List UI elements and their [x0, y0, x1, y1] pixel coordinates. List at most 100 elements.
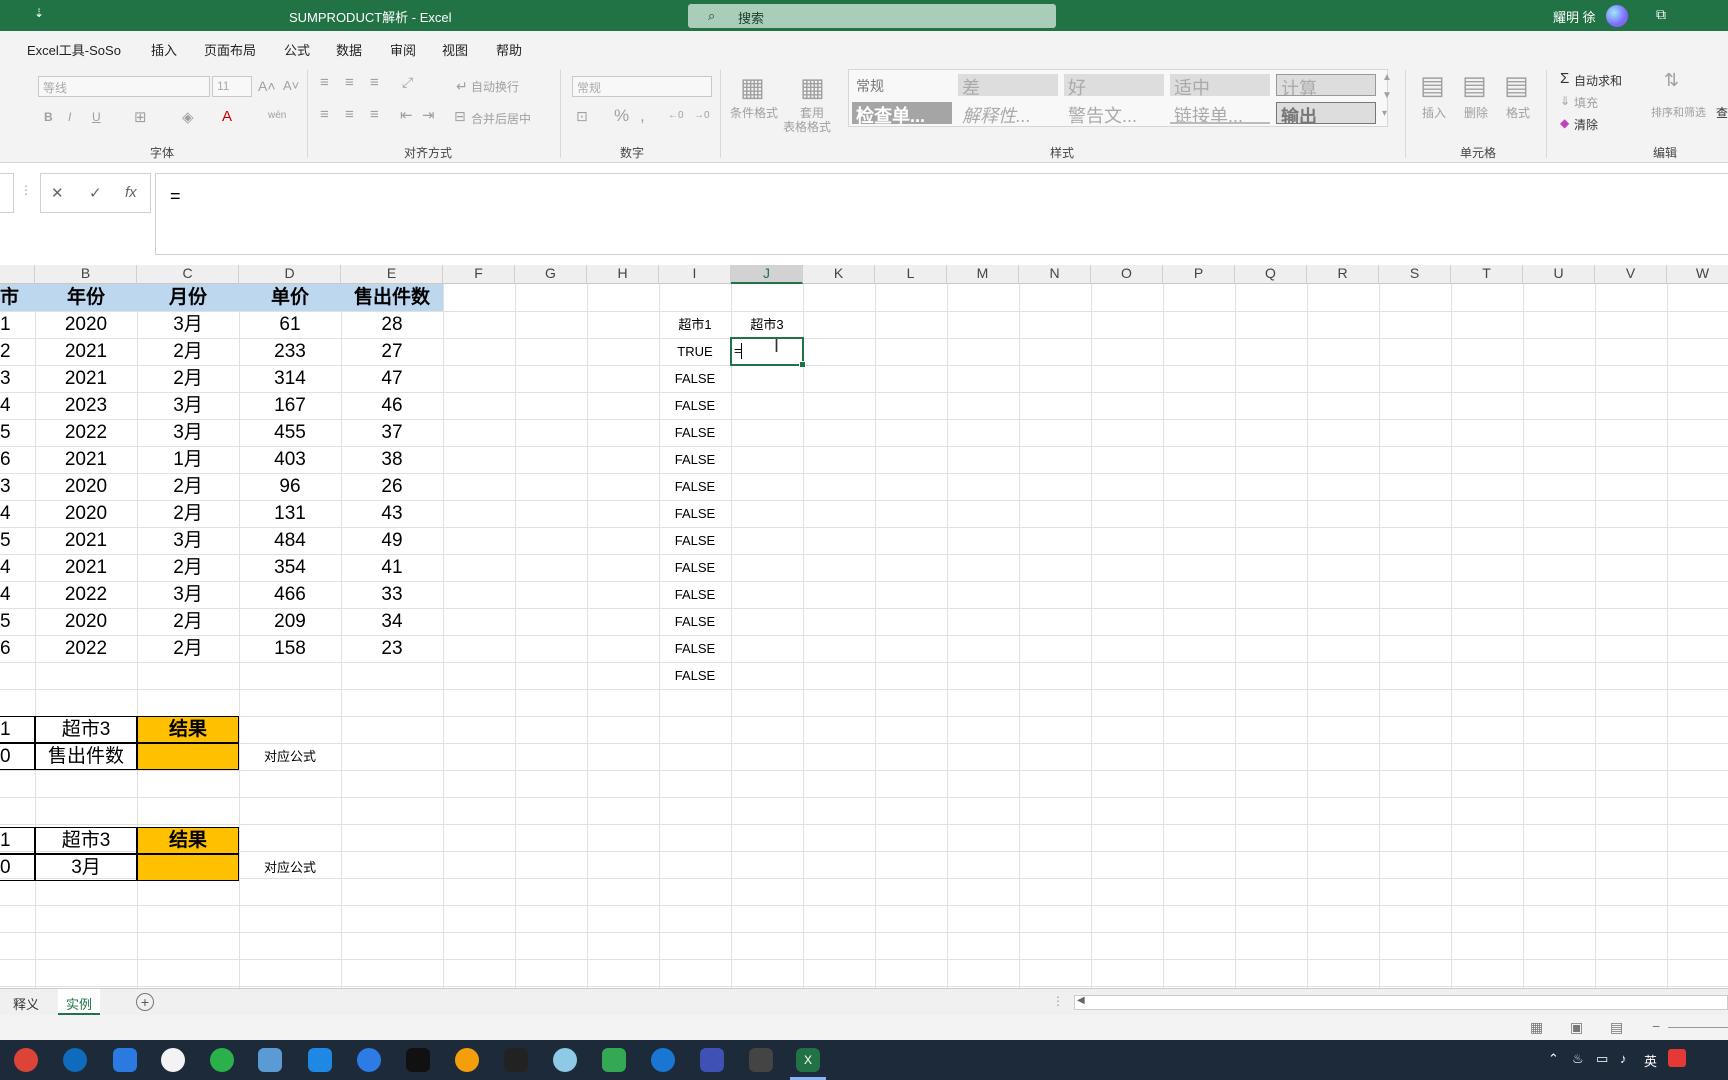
- column-header-j[interactable]: J: [731, 265, 803, 284]
- table-cell[interactable]: 1月: [137, 446, 239, 473]
- table-cell[interactable]: 2月: [137, 608, 239, 635]
- side-value-cell[interactable]: FALSE: [659, 527, 731, 554]
- table-header-cell[interactable]: 月份: [137, 284, 239, 311]
- table-cell[interactable]: 37: [341, 419, 443, 446]
- table-cell[interactable]: 403: [239, 446, 341, 473]
- table-cell[interactable]: 466: [239, 581, 341, 608]
- table-cell[interactable]: 4: [0, 581, 35, 608]
- style-output[interactable]: 输出: [1276, 102, 1376, 124]
- grow-font-icon[interactable]: A˄: [258, 78, 276, 94]
- menu-formulas[interactable]: 公式: [284, 40, 310, 59]
- table-cell[interactable]: 4: [0, 392, 35, 419]
- column-header-m[interactable]: M: [947, 265, 1019, 284]
- delete-cells-icon[interactable]: ▤: [1462, 70, 1487, 101]
- wrap-text-button[interactable]: 自动换行: [471, 78, 519, 95]
- volume-icon[interactable]: ♪: [1620, 1051, 1627, 1066]
- sort-filter-button[interactable]: 排序和筛选: [1651, 104, 1706, 120]
- column-header-u[interactable]: U: [1523, 265, 1595, 284]
- column-header-q[interactable]: Q: [1235, 265, 1307, 284]
- menu-view[interactable]: 视图: [442, 40, 468, 59]
- table-cell[interactable]: 3月: [137, 581, 239, 608]
- side-value-cell[interactable]: FALSE: [659, 581, 731, 608]
- style-calculation[interactable]: 计算: [1276, 74, 1376, 96]
- increase-indent-icon[interactable]: ⇥: [422, 106, 435, 124]
- table-format-icon[interactable]: ▦: [800, 72, 825, 103]
- table-cell[interactable]: 6: [0, 446, 35, 473]
- insert-function-icon[interactable]: fx: [125, 184, 137, 201]
- table-cell[interactable]: 2020: [35, 608, 137, 635]
- table-cell[interactable]: 5: [0, 419, 35, 446]
- table-cell[interactable]: 131: [239, 500, 341, 527]
- side-value-cell[interactable]: TRUE: [659, 338, 731, 365]
- leaf-app-icon[interactable]: [602, 1048, 626, 1072]
- table-cell[interactable]: 41: [341, 554, 443, 581]
- split-handle-icon[interactable]: ⋮: [1052, 994, 1064, 1008]
- table-cell[interactable]: 3: [0, 473, 35, 500]
- lookup1-result-label[interactable]: 结果: [137, 716, 239, 743]
- side-value-cell[interactable]: FALSE: [659, 554, 731, 581]
- browser-app-icon[interactable]: [651, 1048, 675, 1072]
- table-cell[interactable]: 96: [239, 473, 341, 500]
- align-left-icon[interactable]: ≡: [320, 106, 329, 123]
- orientation-icon[interactable]: ⤢: [402, 74, 413, 91]
- menu-help[interactable]: 帮助: [496, 40, 522, 59]
- table-cell[interactable]: 2021: [35, 338, 137, 365]
- table-cell[interactable]: 1: [0, 311, 35, 338]
- lookup2-cell[interactable]: 3月: [35, 854, 137, 881]
- lookup2-result-cell[interactable]: [137, 854, 239, 881]
- lookup1-cell[interactable]: 0: [0, 743, 35, 770]
- table-cell[interactable]: 3月: [137, 419, 239, 446]
- table-cell[interactable]: 61: [239, 311, 341, 338]
- table-cell[interactable]: 34: [341, 608, 443, 635]
- side-value-cell[interactable]: FALSE: [659, 446, 731, 473]
- border-icon[interactable]: ⊞: [134, 108, 147, 126]
- table-header-cell[interactable]: 单价: [239, 284, 341, 311]
- side-value-cell[interactable]: FALSE: [659, 608, 731, 635]
- column-header-f[interactable]: F: [443, 265, 515, 284]
- format-cells-button[interactable]: 格式: [1506, 104, 1530, 121]
- table-cell[interactable]: 2021: [35, 554, 137, 581]
- autosum-icon[interactable]: Σ: [1560, 70, 1569, 87]
- autosum-button[interactable]: 自动求和: [1574, 72, 1622, 89]
- table-header-cell[interactable]: 年份: [35, 284, 137, 311]
- style-normal[interactable]: 常规: [852, 74, 952, 96]
- percent-icon[interactable]: %: [614, 106, 629, 126]
- find-button[interactable]: 查: [1716, 104, 1728, 121]
- notes-app-icon[interactable]: [700, 1048, 724, 1072]
- zoom-out-icon[interactable]: −: [1652, 1018, 1660, 1034]
- font-name-select[interactable]: 等线: [38, 76, 210, 97]
- column-header-r[interactable]: R: [1307, 265, 1379, 284]
- table-cell[interactable]: 158: [239, 635, 341, 662]
- style-linked-cell[interactable]: 链接单...: [1170, 102, 1270, 124]
- table-cell[interactable]: 2021: [35, 527, 137, 554]
- conditional-format-button[interactable]: 条件格式: [730, 104, 778, 121]
- comma-icon[interactable]: ,: [640, 106, 645, 126]
- menu-data[interactable]: 数据: [336, 40, 362, 59]
- table-cell[interactable]: 38: [341, 446, 443, 473]
- insert-cells-button[interactable]: 插入: [1422, 104, 1446, 121]
- table-cell[interactable]: 2022: [35, 635, 137, 662]
- table-cell[interactable]: 47: [341, 365, 443, 392]
- excel-taskbar-icon[interactable]: X: [796, 1048, 820, 1072]
- table-cell[interactable]: 2021: [35, 365, 137, 392]
- bookmark-app-icon[interactable]: [308, 1048, 332, 1072]
- capcut-icon[interactable]: [504, 1048, 528, 1072]
- wechat-icon[interactable]: [210, 1048, 234, 1072]
- font-color-icon[interactable]: A: [222, 108, 232, 125]
- chrome-icon[interactable]: [14, 1048, 38, 1072]
- column-header-k[interactable]: K: [803, 265, 875, 284]
- gallery-scroll-down-icon[interactable]: ▼: [1382, 90, 1392, 101]
- game-app-icon[interactable]: [749, 1048, 773, 1072]
- align-bottom-icon[interactable]: ≡: [370, 74, 379, 91]
- insert-cells-icon[interactable]: ▤: [1420, 70, 1445, 101]
- table-cell[interactable]: 455: [239, 419, 341, 446]
- side-header-i[interactable]: 超市1: [659, 311, 731, 338]
- sheet-tab-definition[interactable]: 释义: [5, 989, 47, 1015]
- table-cell[interactable]: 26: [341, 473, 443, 500]
- shrink-font-icon[interactable]: A˅: [283, 78, 299, 93]
- style-good[interactable]: 好: [1064, 74, 1164, 96]
- lookup2-result-label[interactable]: 结果: [137, 827, 239, 854]
- side-header-j[interactable]: 超市3: [731, 311, 803, 338]
- underline-icon[interactable]: U: [92, 110, 101, 124]
- edge-icon[interactable]: [63, 1048, 87, 1072]
